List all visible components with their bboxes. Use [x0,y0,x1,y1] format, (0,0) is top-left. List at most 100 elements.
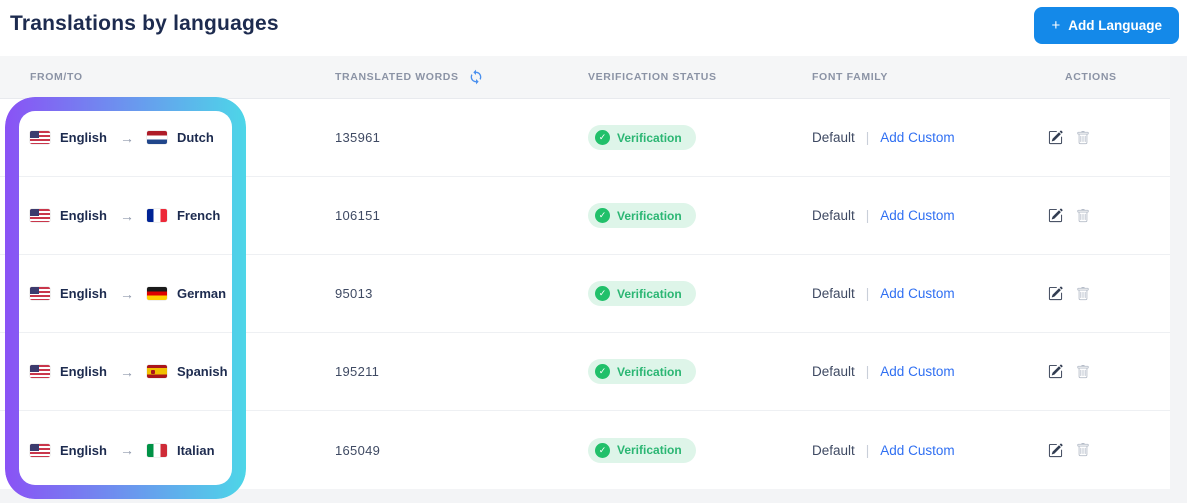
verification-status-badge: ✓ Verification [588,437,696,463]
to-language-label: Italian [176,442,215,458]
to-language-label: Dutch [176,130,214,145]
arrow-right-icon: → [119,285,134,302]
delete-button[interactable] [1076,364,1090,379]
check-icon: ✓ [595,208,610,223]
font-default-label: Default [812,286,855,301]
to-language-label: Spanish [176,364,228,379]
font-default-label: Default [812,442,855,458]
from-language-label: English [60,286,107,301]
actions-cell [1040,286,1187,301]
add-custom-link[interactable]: Add Custom [880,364,954,379]
actions-cell [1040,208,1187,223]
column-header-font-family: FONT FAMILY [812,71,888,83]
column-header-from-to: FROM/TO [30,71,83,83]
verification-status-label: Verification [617,286,682,301]
arrow-right-icon: → [119,363,134,380]
verification-status-badge: ✓ Verification [588,281,696,306]
from-to-cell: English → Spanish [30,364,335,380]
check-icon: ✓ [595,442,610,458]
verification-status-cell: ✓ Verification [588,281,812,306]
add-custom-link[interactable]: Add Custom [880,286,954,301]
delete-button[interactable] [1076,208,1090,223]
from-flag-icon [30,287,50,300]
from-to-cell: English → French [30,208,335,224]
to-flag-icon [146,131,167,144]
check-icon: ✓ [595,364,610,379]
delete-button[interactable] [1076,130,1090,145]
page-title: Translations by languages [10,12,279,35]
plus-icon: + [1051,17,1061,34]
edit-button[interactable] [1048,442,1063,458]
from-to-cell: English → Italian [30,442,335,458]
to-flag-icon [146,287,167,300]
font-family-cell: Default | Add Custom [812,208,1040,223]
table-row: English → French 106151 ✓ Verification D… [0,177,1170,255]
from-flag-icon [30,443,50,457]
font-default-label: Default [812,208,855,223]
to-flag-icon [146,443,167,457]
font-family-cell: Default | Add Custom [812,286,1040,301]
verification-status-badge: ✓ Verification [588,359,696,384]
check-icon: ✓ [595,130,610,145]
add-custom-link[interactable]: Add Custom [880,130,954,145]
arrow-right-icon: → [119,442,134,458]
actions-cell [1040,364,1187,379]
font-family-separator: | [865,286,870,301]
verification-status-badge: ✓ Verification [588,203,696,228]
to-flag-icon [146,365,167,378]
page-background-bottom [0,489,1187,503]
arrow-right-icon: → [119,129,134,146]
from-language-label: English [60,364,107,379]
refresh-icon[interactable] [468,69,485,86]
check-icon: ✓ [595,286,610,301]
to-flag-icon [146,209,167,222]
verification-status-cell: ✓ Verification [588,437,812,463]
font-family-separator: | [865,364,870,379]
edit-button[interactable] [1048,208,1063,223]
verification-status-label: Verification [617,208,682,223]
actions-cell [1040,130,1187,145]
table-header-row: FROM/TO TRANSLATED WORDS VERIFICATION ST… [0,56,1170,99]
column-header-verification-status: VERIFICATION STATUS [588,71,717,83]
verification-status-cell: ✓ Verification [588,125,812,150]
page: Translations by languages + Add Language… [0,0,1187,503]
column-header-translated-words: TRANSLATED WORDS [335,69,588,86]
verification-status-cell: ✓ Verification [588,203,812,228]
add-custom-link[interactable]: Add Custom [880,443,954,458]
from-language-label: English [60,208,107,223]
translated-words-value: 106151 [335,208,381,223]
top-bar: Translations by languages + Add Language [0,0,1187,56]
delete-button[interactable] [1076,443,1090,457]
arrow-right-icon: → [119,207,134,224]
table-row: English → Spanish 195211 ✓ Verification … [0,333,1170,411]
font-family-separator: | [865,442,870,458]
from-flag-icon [30,131,50,144]
add-custom-link[interactable]: Add Custom [880,208,954,223]
from-flag-icon [30,209,50,222]
table-row: English → German 95013 ✓ Verification De… [0,255,1170,333]
font-default-label: Default [812,130,855,145]
from-to-cell: English → German [30,286,335,302]
add-language-label: Add Language [1068,18,1162,33]
font-family-cell: Default | Add Custom [812,130,1040,145]
font-default-label: Default [812,364,855,379]
verification-status-label: Verification [617,364,682,379]
edit-button[interactable] [1048,364,1063,379]
column-header-actions: ACTIONS [1065,71,1117,83]
translated-words-value: 95013 [335,286,373,301]
font-family-cell: Default | Add Custom [812,364,1040,379]
add-language-button[interactable]: + Add Language [1034,7,1179,44]
table-row: English → Dutch 135961 ✓ Verification De… [0,99,1170,177]
to-language-label: German [176,286,227,301]
to-language-label: French [176,208,221,223]
verification-status-label: Verification [617,130,682,145]
font-family-cell: Default | Add Custom [812,443,1040,458]
from-language-label: English [60,442,107,458]
from-flag-icon [30,365,50,378]
edit-button[interactable] [1048,130,1063,145]
delete-button[interactable] [1076,286,1090,301]
from-to-cell: English → Dutch [30,130,335,146]
translated-words-value: 135961 [335,130,381,145]
table-row: English → Italian 165049 ✓ Verification … [0,411,1170,489]
edit-button[interactable] [1048,286,1063,301]
